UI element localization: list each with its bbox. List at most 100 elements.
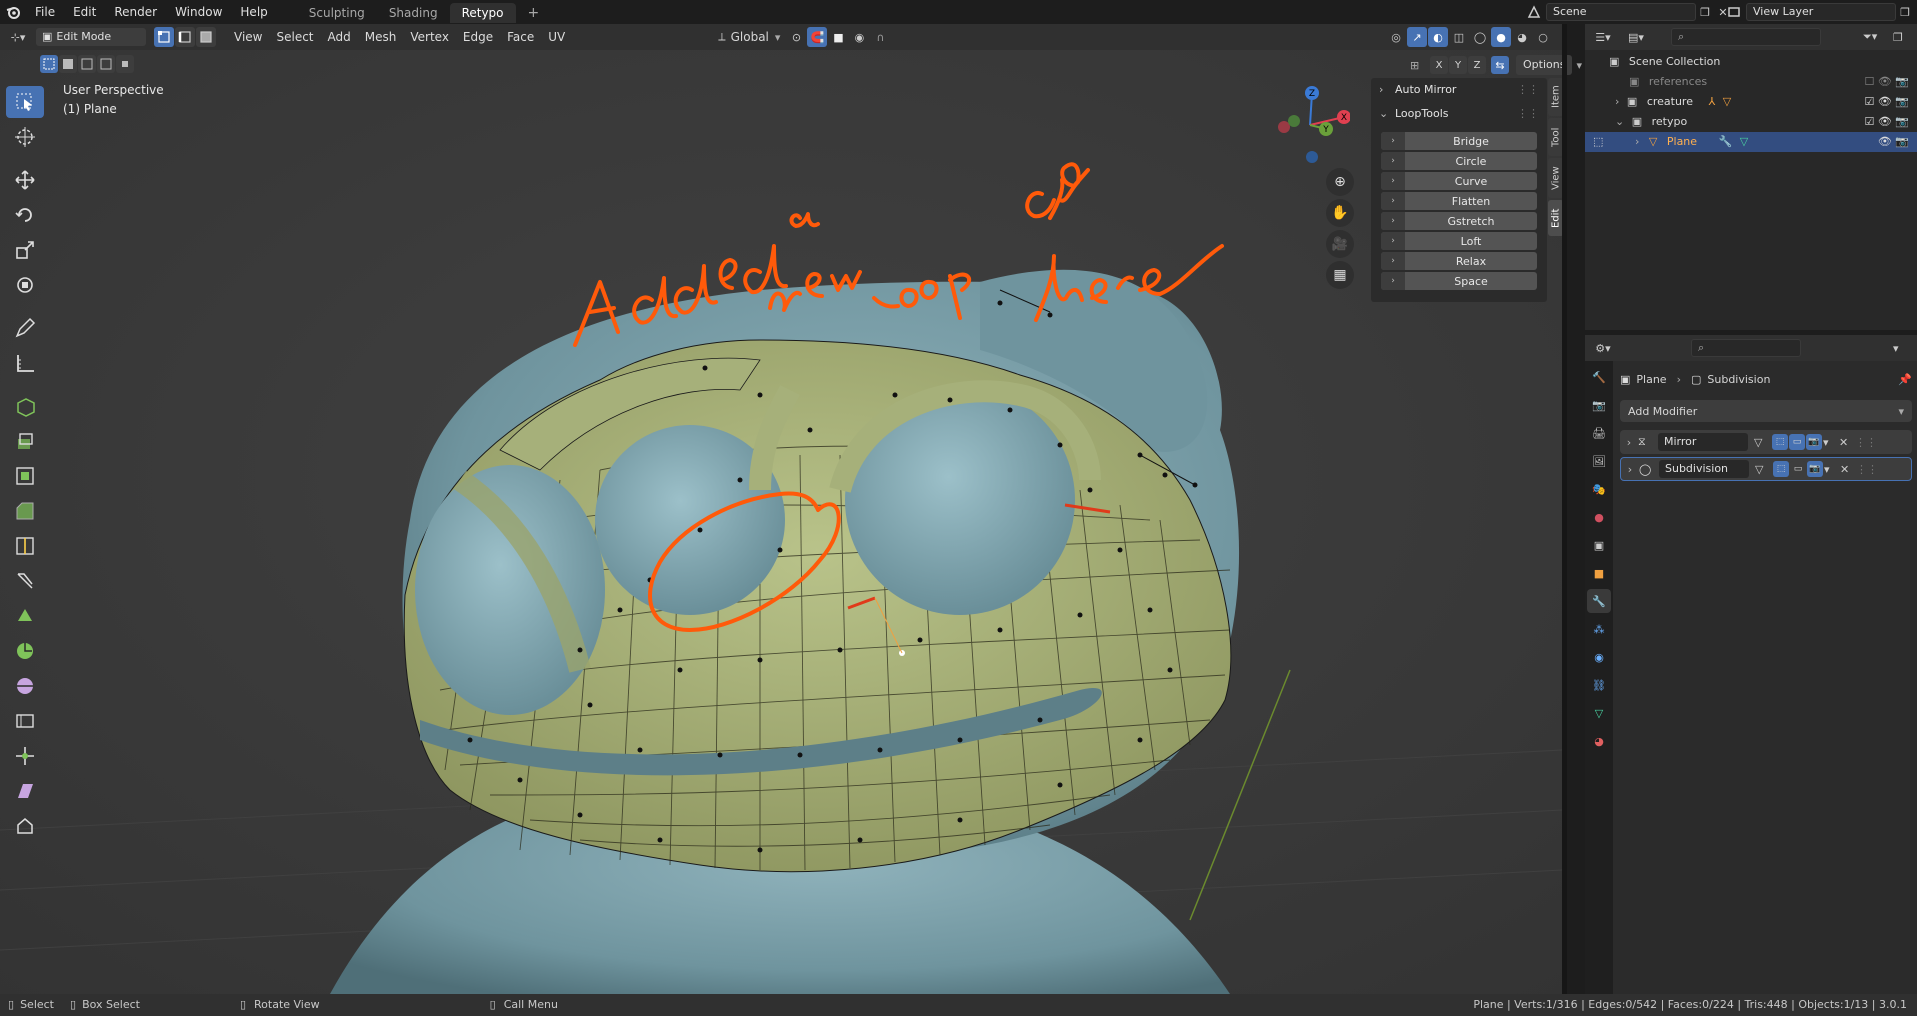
camera-icon[interactable]: 📷: [1895, 75, 1909, 88]
rip-region-tool-icon[interactable]: [6, 810, 44, 842]
menu-vertex[interactable]: Vertex: [403, 27, 456, 47]
close-icon[interactable]: ✕: [1839, 436, 1855, 449]
tab-retypo[interactable]: Retypo: [449, 3, 516, 23]
eye-icon[interactable]: 👁: [1878, 95, 1892, 108]
drag-handle-icon[interactable]: ⋮⋮: [1517, 78, 1539, 102]
select-invert-icon[interactable]: [97, 55, 115, 73]
proportional-edit-icon[interactable]: ◉: [849, 27, 869, 47]
menu-face[interactable]: Face: [500, 27, 541, 47]
tool-settings-icon[interactable]: 🔨: [1587, 365, 1611, 389]
view-layer-icon[interactable]: 🖼: [1587, 449, 1611, 473]
select-extend-icon[interactable]: [59, 55, 77, 73]
transform-orientation-dropdown[interactable]: ⟂ Global ▾: [712, 27, 787, 47]
material-icon[interactable]: ◕: [1587, 729, 1611, 753]
object-icon[interactable]: ■: [1587, 561, 1611, 585]
constraints-icon[interactable]: ⛓: [1587, 673, 1611, 697]
eye-icon[interactable]: 👁: [1878, 135, 1892, 148]
drag-handle-icon[interactable]: ⋮⋮: [1855, 436, 1877, 449]
extrude-tool-icon[interactable]: [6, 425, 44, 457]
chevron-right-icon[interactable]: ›: [1615, 95, 1619, 108]
outliner-item-plane[interactable]: ⬚ › ▽ Plane 🔧 ▽ 👁 📷: [1585, 132, 1917, 152]
navigation-gizmo[interactable]: Z X Y: [1270, 85, 1350, 165]
modifier-wrench-icon[interactable]: 🔧: [1587, 589, 1611, 613]
mirror-z-toggle[interactable]: Z: [1468, 56, 1486, 74]
modifier-mirror[interactable]: › ⧖ Mirror ▽ ⬚ ▭ 📷 ▾ ✕ ⋮⋮: [1620, 430, 1912, 454]
knife-tool-icon[interactable]: [6, 565, 44, 597]
menu-help[interactable]: Help: [231, 0, 276, 24]
menu-mesh[interactable]: Mesh: [358, 27, 404, 47]
looptools-header[interactable]: ⌄ LoopTools ⋮⋮: [1371, 102, 1547, 126]
auto-mirror-header[interactable]: › Auto Mirror ⋮⋮: [1371, 78, 1547, 102]
looptools-loft-button[interactable]: › Loft: [1381, 232, 1537, 250]
properties-editor-icon[interactable]: ⚙▾: [1585, 342, 1621, 355]
snap-icon[interactable]: 🧲: [807, 27, 828, 47]
properties-search-input[interactable]: ⌕: [1691, 339, 1801, 357]
eye-icon[interactable]: 👁: [1878, 115, 1892, 128]
object-data-icon[interactable]: ▽: [1587, 701, 1611, 725]
outliner-editor-icon[interactable]: ☰▾: [1585, 31, 1621, 44]
mirror-y-toggle[interactable]: Y: [1449, 56, 1467, 74]
falloff-icon[interactable]: ∩: [870, 27, 890, 47]
outliner-scene-collection[interactable]: ▣ Scene Collection: [1585, 52, 1917, 72]
transform-tool-icon[interactable]: [6, 269, 44, 301]
menu-render[interactable]: Render: [105, 0, 166, 24]
menu-window[interactable]: Window: [166, 0, 231, 24]
on-cage-icon[interactable]: ▽: [1755, 463, 1773, 476]
loop-cut-tool-icon[interactable]: [6, 530, 44, 562]
camera-icon[interactable]: 📷: [1895, 115, 1909, 128]
looptools-relax-button[interactable]: › Relax: [1381, 252, 1537, 270]
on-cage-icon[interactable]: ▽: [1754, 436, 1772, 449]
particles-icon[interactable]: ⁂: [1587, 617, 1611, 641]
exclude-checkbox[interactable]: ☐: [1864, 75, 1874, 88]
solid-shading-icon[interactable]: ●: [1491, 27, 1511, 47]
scale-tool-icon[interactable]: [6, 234, 44, 266]
viewport-toggle-icon[interactable]: ▭: [1789, 434, 1805, 450]
poly-build-tool-icon[interactable]: [6, 600, 44, 632]
looptools-gstretch-button[interactable]: › Gstretch: [1381, 212, 1537, 230]
pan-hand-icon[interactable]: ✋: [1326, 199, 1354, 227]
drag-handle-icon[interactable]: ⋮⋮: [1856, 463, 1878, 476]
menu-edge[interactable]: Edge: [456, 27, 500, 47]
display-mode-icon[interactable]: ▤▾: [1621, 31, 1651, 44]
outliner-search-input[interactable]: ⌕: [1671, 28, 1821, 46]
editor-type-icon[interactable]: ⊹▾: [0, 27, 36, 47]
filter-icon[interactable]: ⏷▾: [1863, 30, 1893, 44]
add-modifier-dropdown[interactable]: Add Modifier ▾: [1620, 400, 1912, 422]
pin-icon[interactable]: 📌: [1898, 373, 1912, 386]
camera-icon[interactable]: 🎥: [1326, 230, 1354, 258]
scene-icon[interactable]: 🎭: [1587, 477, 1611, 501]
new-view-layer-icon[interactable]: ❐: [1896, 6, 1914, 19]
rotate-tool-icon[interactable]: [6, 199, 44, 231]
zoom-icon[interactable]: ⊕: [1326, 168, 1354, 196]
new-collection-icon[interactable]: ❐: [1893, 31, 1917, 44]
edit-mode-toggle-icon[interactable]: ⬚: [1772, 434, 1788, 450]
eye-icon[interactable]: 👁: [1878, 75, 1892, 88]
looptools-curve-button[interactable]: › Curve: [1381, 172, 1537, 190]
chevron-right-icon[interactable]: ›: [1621, 463, 1639, 476]
add-workspace-button[interactable]: +: [516, 3, 552, 23]
chevron-down-icon[interactable]: ⌄: [1615, 115, 1624, 128]
edge-select-icon[interactable]: [175, 27, 195, 47]
bevel-tool-icon[interactable]: [6, 495, 44, 527]
world-icon[interactable]: ●: [1587, 505, 1611, 529]
xray-icon[interactable]: ◫: [1449, 27, 1469, 47]
new-scene-icon[interactable]: ❐: [1696, 6, 1714, 19]
face-select-icon[interactable]: [196, 27, 216, 47]
area-divider[interactable]: [1562, 24, 1567, 994]
menu-uv[interactable]: UV: [541, 27, 572, 47]
menu-add[interactable]: Add: [321, 27, 358, 47]
visibility-icon[interactable]: ◎: [1386, 27, 1406, 47]
close-icon[interactable]: ✕: [1840, 463, 1856, 476]
render-toggle-icon[interactable]: 📷: [1806, 434, 1822, 450]
blender-logo-icon[interactable]: [0, 0, 26, 24]
auto-merge-icon[interactable]: ⇆: [1491, 56, 1509, 74]
include-checkbox[interactable]: ☑: [1864, 115, 1874, 128]
vertex-select-icon[interactable]: [154, 27, 174, 47]
render-toggle-icon[interactable]: 📷: [1807, 461, 1823, 477]
view-layer-field[interactable]: View Layer: [1746, 3, 1896, 21]
cursor-tool-icon[interactable]: [6, 121, 44, 153]
snap-target-icon[interactable]: ■: [828, 27, 848, 47]
looptools-circle-button[interactable]: › Circle: [1381, 152, 1537, 170]
select-subtract-icon[interactable]: [78, 55, 96, 73]
collection-icon[interactable]: ▣: [1587, 533, 1611, 557]
